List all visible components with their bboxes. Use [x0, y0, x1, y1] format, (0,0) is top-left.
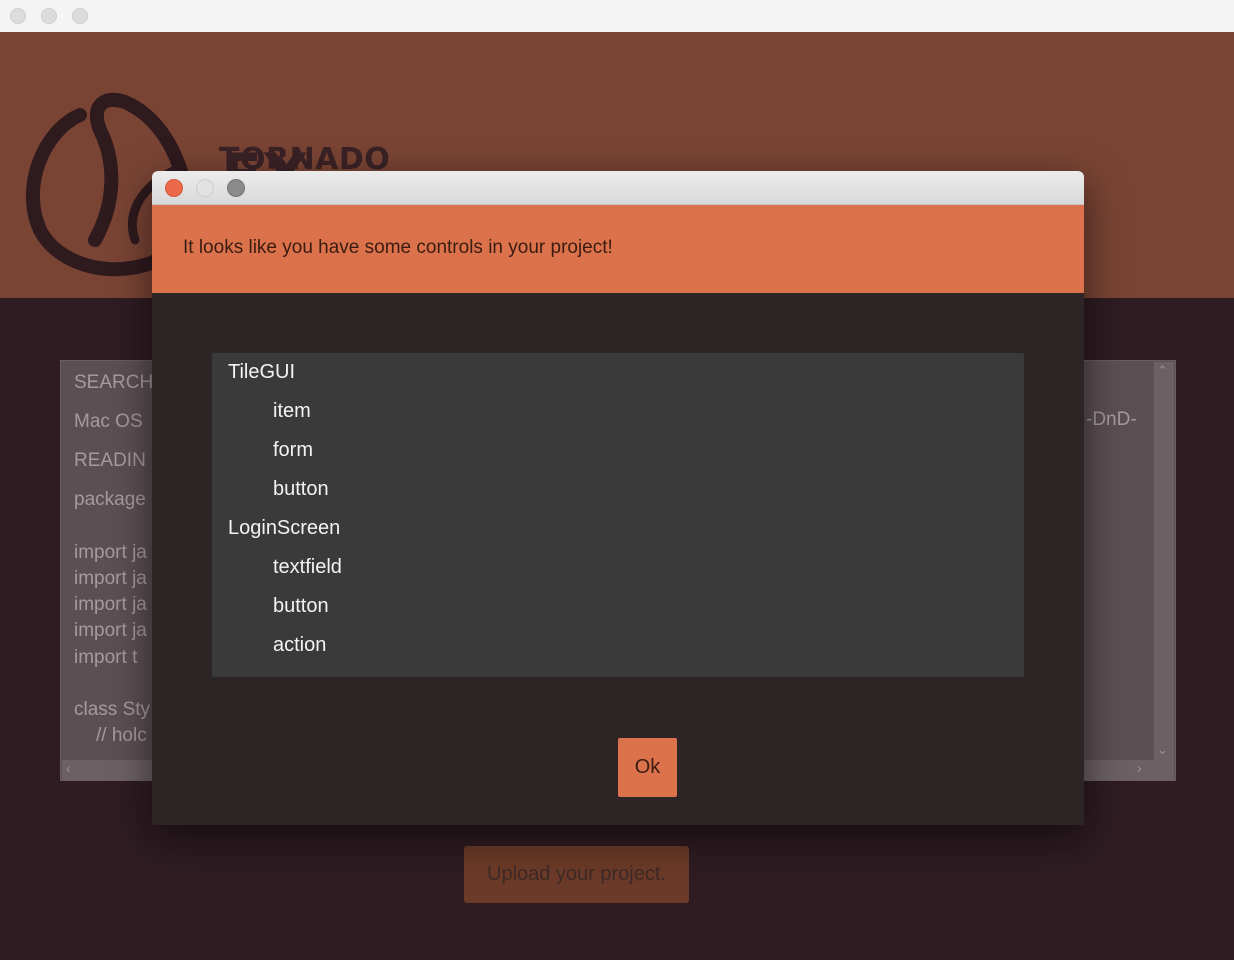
tree-item-tilegui[interactable]: TileGUI	[212, 353, 1024, 392]
readme-right-fragment: -DnD-	[1086, 409, 1137, 430]
dialog-header: It looks like you have some controls in …	[152, 205, 1084, 293]
tree-item-form[interactable]: form	[212, 431, 1024, 470]
readme-line: import ja	[74, 594, 147, 615]
upload-project-button[interactable]: Upload your project.	[464, 846, 689, 903]
readme-line: READIN	[74, 450, 146, 471]
vertical-scrollbar[interactable]: ⌃ ⌄	[1154, 362, 1174, 760]
readme-line: class Sty	[74, 699, 151, 720]
ok-button[interactable]: Ok	[618, 738, 677, 797]
readme-line: import ja	[74, 620, 147, 641]
readme-line: // holc	[96, 725, 147, 746]
readme-line: import t	[74, 647, 138, 668]
dialog-minimize-icon[interactable]	[196, 179, 214, 197]
readme-line: package	[74, 489, 146, 510]
tree-item-item[interactable]: item	[212, 392, 1024, 431]
readme-line: Mac OS	[74, 411, 143, 432]
readme-line: SEARCH	[74, 372, 154, 393]
tree-item-button[interactable]: button	[212, 587, 1024, 626]
brand-suffix: FX	[221, 146, 308, 172]
readme-line: import ja	[74, 568, 147, 589]
tree-item-textfield[interactable]: textfield	[212, 548, 1024, 587]
scroll-up-icon[interactable]: ⌃	[1157, 363, 1168, 379]
controls-dialog: It looks like you have some controls in …	[152, 171, 1084, 825]
window-titlebar	[0, 0, 1234, 33]
minimize-traffic-light[interactable]	[41, 8, 57, 24]
scroll-down-icon[interactable]: ⌄	[1157, 742, 1168, 758]
close-traffic-light[interactable]	[10, 8, 26, 24]
controls-tree[interactable]: TileGUI item form button LoginScreen tex…	[212, 353, 1024, 677]
tree-item-loginscreen[interactable]: LoginScreen	[212, 509, 1024, 548]
scroll-left-icon[interactable]: ‹	[66, 760, 71, 776]
readme-line: import ja	[74, 542, 147, 563]
scroll-right-icon[interactable]: ›	[1137, 760, 1142, 776]
dialog-close-icon[interactable]	[165, 179, 183, 197]
dialog-message: It looks like you have some controls in …	[183, 237, 613, 258]
dialog-zoom-icon[interactable]	[227, 179, 245, 197]
zoom-traffic-light[interactable]	[72, 8, 88, 24]
tree-item-button[interactable]: button	[212, 470, 1024, 509]
tree-item-action[interactable]: action	[212, 626, 1024, 665]
dialog-titlebar	[152, 171, 1084, 205]
